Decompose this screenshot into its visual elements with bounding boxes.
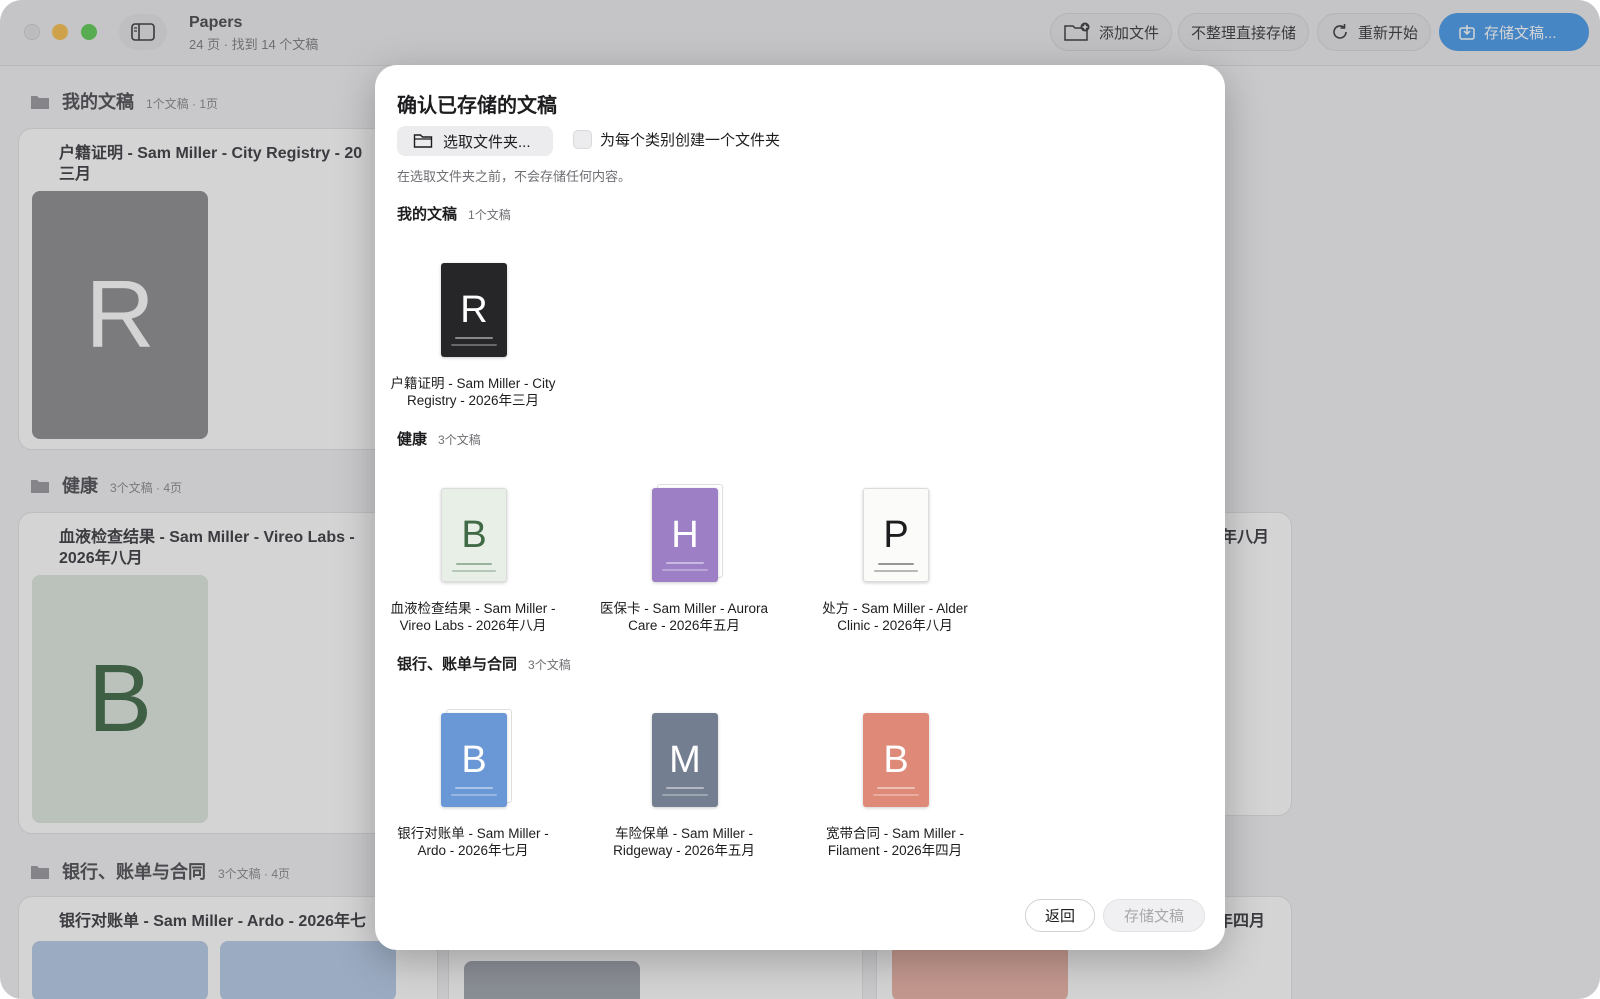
document-thumbnail: M xyxy=(652,713,718,807)
thumbnail-text-line xyxy=(878,563,914,565)
thumbnail-text-line xyxy=(874,570,918,572)
folder-icon xyxy=(413,134,433,148)
document-name-line: 医保卡 - Sam Miller - Aurora xyxy=(599,601,769,616)
confirm-save-dialog: 确认已存储的文稿 选取文件夹... 为每个类别创建一个文件夹 在选取文件夹之前，… xyxy=(375,65,1225,950)
document-name-line: Ridgeway - 2026年五月 xyxy=(613,843,755,858)
document-thumbnail-letter: R xyxy=(460,288,488,331)
document-thumbnail-letter: B xyxy=(883,738,909,781)
document-name-line: 银行对账单 - Sam Miller - xyxy=(397,826,549,841)
document-thumbnail: H xyxy=(652,488,718,582)
group-count: 3个文稿 xyxy=(528,658,571,672)
document-thumbnail-letter: B xyxy=(461,738,487,781)
thumbnail-text-line xyxy=(666,562,704,564)
document-name-line: Filament - 2026年四月 xyxy=(827,843,963,858)
group-title: 健康 xyxy=(397,431,428,448)
thumbnail-text-line xyxy=(451,344,497,346)
document-name-line: 户籍证明 - Sam Miller - City xyxy=(390,376,556,391)
thumbnail-text-line xyxy=(873,794,919,796)
back-button[interactable]: 返回 xyxy=(1025,899,1095,932)
choose-folder-button[interactable]: 选取文件夹... xyxy=(397,126,553,156)
document-thumbnail: R xyxy=(441,263,507,357)
thumbnail-text-line xyxy=(451,794,497,796)
document-name-line: 处方 - Sam Miller - Alder xyxy=(822,601,968,616)
dialog-title: 确认已存储的文稿 xyxy=(397,95,557,117)
thumbnail-text-line xyxy=(877,787,915,789)
group-title: 银行、账单与合同 xyxy=(397,656,518,673)
thumbnail-text-line xyxy=(455,787,493,789)
document-thumbnail-letter: H xyxy=(671,513,699,556)
document-name-line: 血液检查结果 - Sam Miller - xyxy=(390,601,556,616)
group-header: 银行、账单与合同 3个文稿 xyxy=(397,653,571,674)
document-name: 医保卡 - Sam Miller - Aurora Care - 2026年五月 xyxy=(589,600,779,634)
document-item[interactable]: B 银行对账单 - Sam Miller - Ardo - 2026年七月 xyxy=(378,709,568,863)
document-name-line: Clinic - 2026年八月 xyxy=(837,618,953,633)
create-folder-checkbox[interactable] xyxy=(573,130,592,149)
group-title: 我的文稿 xyxy=(397,206,458,223)
document-name: 血液检查结果 - Sam Miller - Vireo Labs - 2026年八… xyxy=(378,600,568,634)
group-count: 3个文稿 xyxy=(438,433,481,447)
thumbnail-text-line xyxy=(666,787,704,789)
create-folder-label: 为每个类别创建一个文件夹 xyxy=(600,132,781,149)
choose-folder-label: 选取文件夹... xyxy=(443,133,531,151)
document-item[interactable]: P 处方 - Sam Miller - Alder Clinic - 2026年八月 xyxy=(800,488,990,638)
thumbnail-text-line xyxy=(452,570,496,572)
document-name: 银行对账单 - Sam Miller - Ardo - 2026年七月 xyxy=(378,825,568,859)
document-name-line: 车险保单 - Sam Miller - xyxy=(615,826,753,841)
document-item[interactable]: H 医保卡 - Sam Miller - Aurora Care - 2026年五月 xyxy=(589,484,779,638)
document-thumbnail-letter: P xyxy=(883,513,909,556)
thumbnail-text-line xyxy=(662,569,708,571)
group-header: 健康 3个文稿 xyxy=(397,428,481,449)
save-documents-button[interactable]: 存储文稿 xyxy=(1103,899,1205,932)
app-window: Papers 24 页 · 找到 14 个文稿 添加文件 不整理直接存储 重新开… xyxy=(0,0,1600,999)
document-thumbnail: P xyxy=(863,488,929,582)
document-name: 户籍证明 - Sam Miller - City Registry - 2026年… xyxy=(378,375,568,409)
document-name: 宽带合同 - Sam Miller - Filament - 2026年四月 xyxy=(800,825,990,859)
create-folder-option[interactable]: 为每个类别创建一个文件夹 xyxy=(573,129,780,150)
document-thumbnail: B xyxy=(863,713,929,807)
document-name: 车险保单 - Sam Miller - Ridgeway - 2026年五月 xyxy=(589,825,779,859)
document-item[interactable]: M 车险保单 - Sam Miller - Ridgeway - 2026年五月 xyxy=(589,713,779,863)
document-name-line: Vireo Labs - 2026年八月 xyxy=(399,618,547,633)
group-header: 我的文稿 1个文稿 xyxy=(397,203,511,224)
document-item[interactable]: R 户籍证明 - Sam Miller - City Registry - 2026… xyxy=(378,263,568,413)
document-thumbnail: B xyxy=(441,713,507,807)
dialog-hint: 在选取文件夹之前，不会存储任何内容。 xyxy=(397,169,632,184)
thumbnail-text-line xyxy=(455,337,493,339)
thumbnail-text-line xyxy=(662,794,708,796)
document-thumbnail: B xyxy=(441,488,507,582)
document-name: 处方 - Sam Miller - Alder Clinic - 2026年八月 xyxy=(800,600,990,634)
document-item[interactable]: B 宽带合同 - Sam Miller - Filament - 2026年四月 xyxy=(800,713,990,863)
group-count: 1个文稿 xyxy=(468,208,511,222)
document-name-line: Ardo - 2026年七月 xyxy=(417,843,529,858)
document-thumbnail-letter: B xyxy=(461,513,487,556)
document-item[interactable]: B 血液检查结果 - Sam Miller - Vireo Labs - 2026年… xyxy=(378,488,568,638)
thumbnail-text-line xyxy=(456,563,492,565)
document-name-line: 宽带合同 - Sam Miller - xyxy=(826,826,964,841)
document-thumbnail-letter: M xyxy=(669,738,701,781)
document-name-line: Care - 2026年五月 xyxy=(628,618,740,633)
document-name-line: Registry - 2026年三月 xyxy=(406,393,540,408)
